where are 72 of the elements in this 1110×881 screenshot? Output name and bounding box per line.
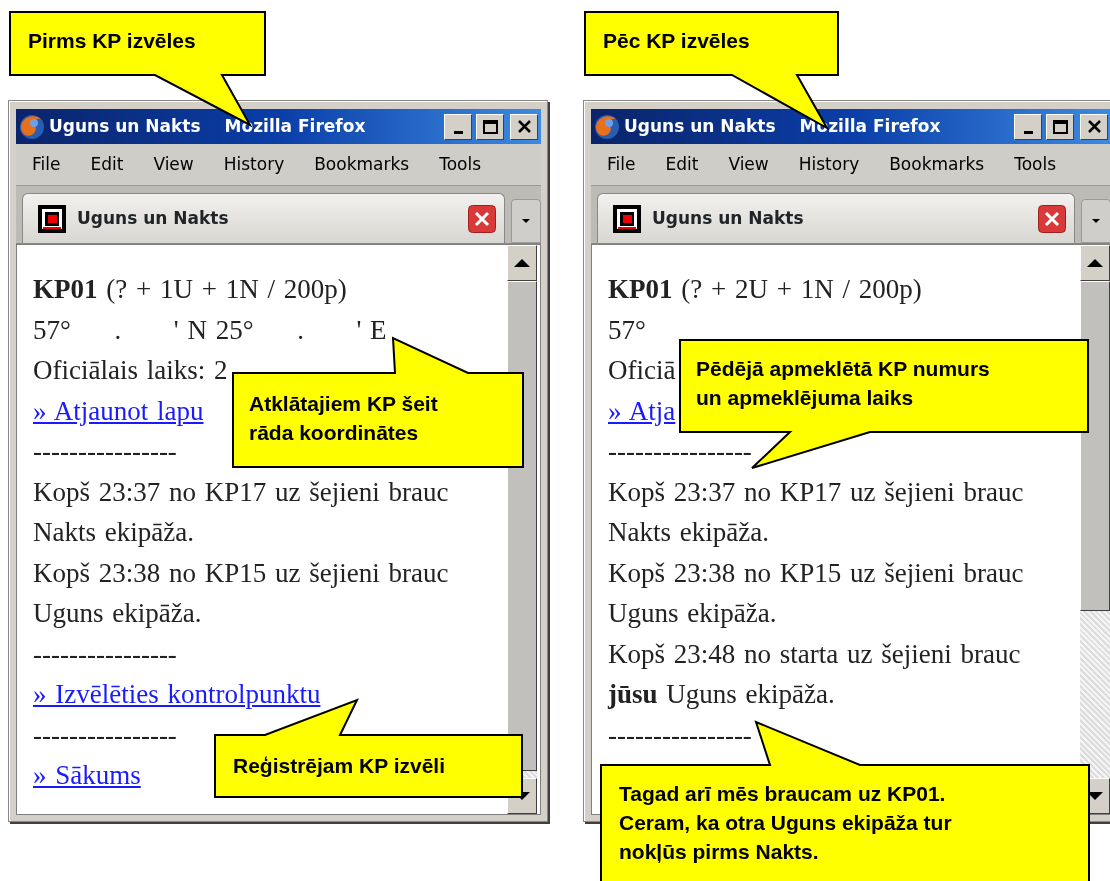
page-link[interactable]: » Izvēlēties kontrolpunktu (33, 679, 321, 709)
up-arrow-icon (514, 259, 530, 267)
maximize-button[interactable] (476, 113, 504, 140)
page-text: KP01 (? + 1U + 1N / 200p) (33, 273, 347, 306)
separator-text: ---------------- (33, 435, 177, 468)
menu-item[interactable]: History (223, 151, 285, 178)
menu-item[interactable]: File (607, 151, 636, 178)
browser-tab[interactable]: Uguns un Nakts (22, 193, 505, 243)
minimize-icon (1023, 130, 1033, 134)
page-text: Kopš 23:38 no KP15 uz šejieni brauc Uguns ekipāža. (33, 556, 450, 630)
site-favicon-icon (37, 203, 67, 234)
minimize-button[interactable] (444, 113, 472, 140)
tab-close-icon[interactable] (1038, 204, 1066, 233)
tab-close-icon[interactable] (468, 204, 496, 233)
page-text: Kopš 23:38 no KP15 uz šejieni brauc Uguns ekipāža. (608, 556, 1025, 630)
page-text: KP01 (? + 2U + 1N / 200p) (608, 273, 922, 306)
up-arrow-icon (1087, 259, 1103, 267)
maximize-icon (482, 119, 498, 134)
separator-text: ---------------- (608, 718, 752, 752)
window-title: Uguns un Nakts (49, 114, 201, 138)
separator-text: ---------------- (33, 718, 177, 752)
close-icon (1086, 119, 1102, 134)
menu-item[interactable]: File (32, 151, 61, 178)
page-text: Oficiā (608, 354, 676, 387)
callout-tooltip-text: Reģistrējam KP izvēli (233, 753, 447, 779)
page-text: 57° (608, 313, 646, 347)
scroll-up-button[interactable] (507, 245, 537, 281)
menu-item[interactable]: Edit (665, 151, 699, 178)
menu-item[interactable]: Edit (90, 151, 124, 178)
browser-logo-icon (19, 113, 45, 140)
page-text: Kopš 23:37 no KP17 uz šejieni brauc Nakts ekipāža. (33, 475, 450, 549)
caret-icon (1092, 219, 1100, 223)
maximize-button[interactable] (1046, 113, 1074, 140)
minimize-icon (453, 130, 463, 134)
page-link[interactable]: » Atja (608, 395, 676, 426)
menu-item[interactable]: Bookmarks (314, 151, 410, 178)
callout-tooltip-text: Pēc KP izvēles (603, 28, 751, 54)
menu-item[interactable]: View (153, 151, 194, 178)
page-link[interactable]: » Atjaunot lapu (33, 395, 204, 426)
callout-tooltip-text: Atklātajiem KP šeit rāda koordinātes (249, 391, 439, 446)
scroll-bar[interactable] (1080, 245, 1110, 814)
window-title: Mozilla Firefox (224, 114, 366, 138)
close-icon (516, 119, 532, 134)
page-text: Kopš 23:48 no starta uz šejieni brauc jūsu Uguns ekipāža. (608, 637, 1022, 711)
close-button[interactable] (510, 113, 538, 140)
tab-label: Uguns un Nakts (77, 206, 230, 230)
page-text: Oficiālais laiks: 2 (33, 354, 228, 387)
scroll-up-button[interactable] (1080, 245, 1110, 281)
tab-label: Uguns un Nakts (652, 206, 805, 230)
menu-item[interactable]: Tools (439, 151, 482, 178)
browser-logo-icon (594, 113, 620, 140)
menu-item[interactable]: Tools (1014, 151, 1057, 178)
maximize-icon (1052, 119, 1068, 134)
page-text: Kopš 23:37 no KP17 uz šejieni brauc Nakts ekipāža. (608, 475, 1025, 549)
browser-tab[interactable]: Uguns un Nakts (597, 193, 1075, 243)
menu-item[interactable]: View (728, 151, 769, 178)
caret-icon (522, 219, 530, 223)
site-favicon-icon (612, 203, 642, 234)
minimize-button[interactable] (1014, 113, 1042, 140)
callout-tooltip-text: Tagad arī mēs braucam uz KP01. Ceram, ka otra Uguns ekipāža tur nokļūs pirms Nakts. (619, 781, 953, 865)
down-arrow-icon (1087, 792, 1103, 800)
menu-item[interactable]: Bookmarks (889, 151, 985, 178)
close-button[interactable] (1080, 113, 1108, 140)
page-text: 57° . ' N 25° . ' E (33, 313, 387, 347)
scroll-thumb[interactable] (1080, 281, 1110, 611)
callout-tooltip-text: Pēdējā apmeklētā KP numurs un apmeklējuma laiks (696, 356, 991, 411)
callout-tooltip-text: Pirms KP izvēles (28, 28, 197, 54)
window-title: Uguns un Nakts (624, 114, 776, 138)
separator-text: ---------------- (33, 637, 177, 671)
page-link[interactable]: » Sākums (33, 760, 141, 790)
separator-text: ---------------- (608, 435, 752, 468)
menu-item[interactable]: History (798, 151, 860, 178)
